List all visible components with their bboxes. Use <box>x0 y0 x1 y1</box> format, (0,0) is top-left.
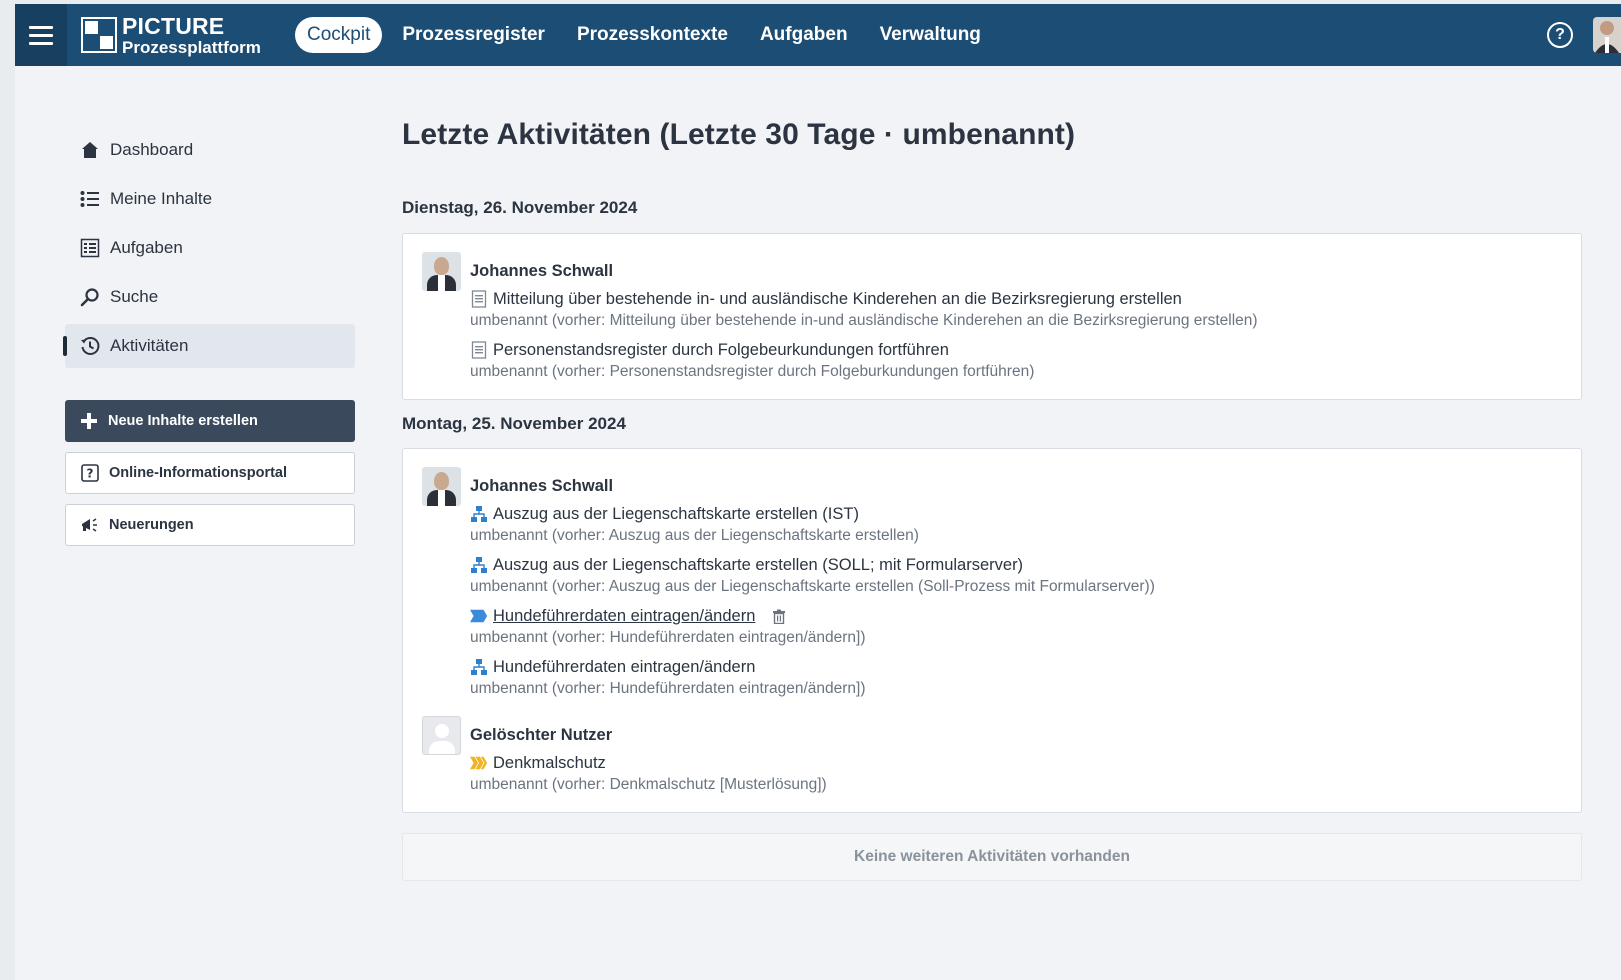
activity-item-note: umbenannt (vorher: Auszug aus der Liegen… <box>470 578 1155 595</box>
activity-item-note: umbenannt (vorher: Denkmalschutz [Muster… <box>470 776 827 793</box>
information-portal-button[interactable]: ? Online-Informationsportal <box>65 452 355 494</box>
activity-item-title[interactable]: Auszug aus der Liegenschaftskarte erstel… <box>493 556 1023 575</box>
svg-text:?: ? <box>87 467 94 481</box>
sidebar-item-label: Meine Inhalte <box>110 189 213 208</box>
brand-subtitle: Prozessplattform <box>122 37 261 57</box>
news-label: Neuerungen <box>109 517 194 533</box>
menu-toggle-icon[interactable] <box>15 4 67 66</box>
activity-entry: Gelöschter Nutzer Denkmalschutz umbenann… <box>422 716 1563 794</box>
activity-item-note: umbenannt (vorher: Personenstandsregiste… <box>470 363 1035 380</box>
day-heading: Montag, 25. November 2024 <box>402 414 626 433</box>
activity-item-title[interactable]: Auszug aus der Liegenschaftskarte erstel… <box>493 505 859 524</box>
trash-icon[interactable] <box>771 608 787 624</box>
sidebar-item-label: Aufgaben <box>110 238 183 257</box>
activity-entry: Johannes Schwall Auszug aus der Liegensc… <box>422 467 1563 698</box>
main-nav: Cockpit Prozessregister Prozesskontexte … <box>295 17 993 53</box>
user-name[interactable]: Johannes Schwall <box>470 262 1258 281</box>
process-model-icon <box>470 556 488 574</box>
process-step-icon <box>470 607 488 625</box>
history-icon <box>79 335 101 357</box>
user-name[interactable]: Johannes Schwall <box>470 477 1155 496</box>
activity-item: Auszug aus der Liegenschaftskarte erstel… <box>470 554 1155 596</box>
activity-entry: Johannes Schwall Mitteilung über bestehe… <box>422 252 1563 381</box>
information-portal-label: Online-Informationsportal <box>109 465 288 481</box>
picture-logo-icon <box>81 17 117 53</box>
activity-item: Mitteilung über bestehende in- und auslä… <box>470 288 1258 330</box>
activity-item-title[interactable]: Mitteilung über bestehende in- und auslä… <box>493 290 1182 309</box>
megaphone-icon <box>80 515 100 535</box>
news-button[interactable]: Neuerungen <box>65 504 355 546</box>
no-more-activities: Keine weiteren Aktivitäten vorhanden <box>402 833 1582 881</box>
sidebar-item-meine-inhalte[interactable]: Meine Inhalte <box>65 177 355 221</box>
sidebar-item-aktivitaeten[interactable]: Aktivitäten <box>63 324 355 368</box>
sidebar-item-dashboard[interactable]: Dashboard <box>65 128 355 172</box>
sidebar: Dashboard Meine Inhalte Aufgaben Suche A… <box>63 128 355 546</box>
help-box-icon: ? <box>80 463 100 483</box>
activity-item-title[interactable]: Hundeführerdaten eintragen/ändern <box>493 658 755 677</box>
nav-prozessregister[interactable]: Prozessregister <box>390 17 557 53</box>
activity-feed: Letzte Aktivitäten (Letzte 30 Tage · umb… <box>402 118 1582 881</box>
brand-title: PICTURE <box>122 12 225 39</box>
process-model-icon <box>470 658 488 676</box>
process-chain-icon <box>470 754 488 772</box>
deleted-user-avatar <box>422 716 461 755</box>
nav-cockpit[interactable]: Cockpit <box>295 17 383 53</box>
user-name: Gelöschter Nutzer <box>470 726 613 744</box>
sidebar-item-label: Dashboard <box>110 140 194 159</box>
user-avatar[interactable] <box>1593 17 1621 53</box>
activity-item-note: umbenannt (vorher: Auszug aus der Liegen… <box>470 527 919 544</box>
sidebar-item-label: Suche <box>110 287 159 306</box>
activity-card: Johannes Schwall Mitteilung über bestehe… <box>402 233 1582 400</box>
activity-item-note: umbenannt (vorher: Hundeführerdaten eint… <box>470 629 866 646</box>
process-model-icon <box>470 505 488 523</box>
plus-icon <box>79 411 99 431</box>
document-icon <box>470 341 488 359</box>
day-heading: Dienstag, 26. November 2024 <box>402 198 638 217</box>
activity-item: Personenstandsregister durch Folgebeurku… <box>470 339 1258 381</box>
create-content-button[interactable]: Neue Inhalte erstellen <box>65 400 355 442</box>
nav-aufgaben[interactable]: Aufgaben <box>748 17 860 53</box>
activity-item-link[interactable]: Hundeführerdaten eintragen/ändern <box>493 607 755 626</box>
document-icon <box>470 290 488 308</box>
activity-item: Auszug aus der Liegenschaftskarte erstel… <box>470 503 1155 545</box>
user-avatar <box>422 252 461 291</box>
activity-item: Hundeführerdaten eintragen/ändern umbena… <box>470 605 1155 647</box>
top-navigation-bar: PICTURE Prozessplattform Cockpit Prozess… <box>15 4 1621 66</box>
window-frame-left <box>0 0 15 980</box>
sidebar-item-label: Aktivitäten <box>110 336 189 355</box>
sidebar-item-suche[interactable]: Suche <box>65 275 355 319</box>
tasks-icon <box>79 237 101 259</box>
activity-item-title[interactable]: Personenstandsregister durch Folgebeurku… <box>493 341 949 360</box>
list-icon <box>79 188 101 210</box>
nav-verwaltung[interactable]: Verwaltung <box>868 17 993 53</box>
nav-prozesskontexte[interactable]: Prozesskontexte <box>565 17 740 53</box>
activity-item: Hundeführerdaten eintragen/ändern umbena… <box>470 656 1155 698</box>
brand-logo[interactable]: PICTURE Prozessplattform <box>81 12 295 57</box>
activity-item: Denkmalschutz umbenannt (vorher: Denkmal… <box>470 752 827 794</box>
activity-item-title[interactable]: Denkmalschutz <box>493 754 606 773</box>
user-avatar <box>422 467 461 506</box>
activity-card: Johannes Schwall Auszug aus der Liegensc… <box>402 448 1582 813</box>
search-icon <box>79 286 101 308</box>
create-content-label: Neue Inhalte erstellen <box>108 413 258 429</box>
activity-item-note: umbenannt (vorher: Hundeführerdaten eint… <box>470 680 866 697</box>
help-icon[interactable]: ? <box>1547 22 1573 48</box>
home-icon <box>79 139 101 161</box>
sidebar-item-aufgaben[interactable]: Aufgaben <box>65 226 355 270</box>
page-title: Letzte Aktivitäten (Letzte 30 Tage · umb… <box>402 118 1076 151</box>
activity-item-note: umbenannt (vorher: Mitteilung über beste… <box>470 312 1258 329</box>
